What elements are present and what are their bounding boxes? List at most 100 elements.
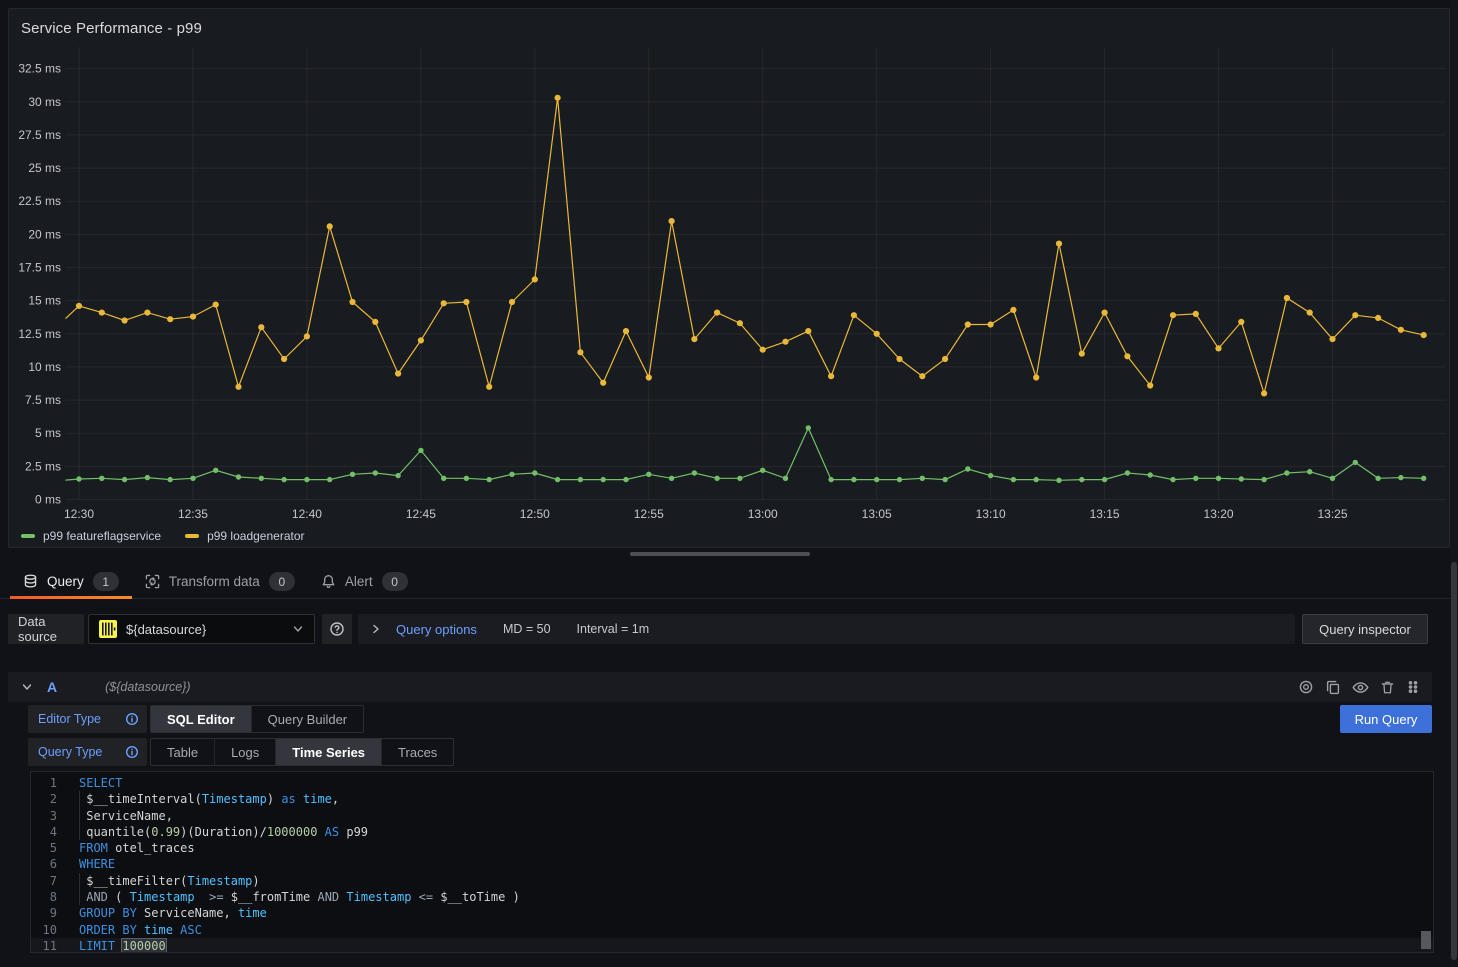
tab-query-count: 1	[93, 572, 119, 591]
code-line[interactable]: 3 ServiceName,	[31, 808, 1433, 824]
info-icon[interactable]	[125, 745, 139, 759]
query-inspector-button[interactable]: Query inspector	[1302, 614, 1428, 644]
info-icon[interactable]	[125, 712, 139, 726]
transform-icon	[145, 574, 160, 589]
collapse-chevron-icon[interactable]	[20, 680, 34, 694]
horizontal-scrollbar[interactable]	[630, 552, 810, 556]
svg-text:13:00: 13:00	[748, 507, 778, 521]
code-line[interactable]: 9GROUP BY ServiceName, time	[31, 905, 1433, 921]
tab-alert-count: 0	[382, 572, 408, 591]
svg-text:12:40: 12:40	[292, 507, 322, 521]
query-type-label: Query Type	[28, 738, 147, 766]
page-scrollbar-thumb[interactable]	[1451, 562, 1457, 960]
code-line[interactable]: 4 quantile(0.99)(Duration)/1000000 AS p9…	[31, 824, 1433, 840]
indent-guide	[79, 791, 80, 840]
line-number: 5	[31, 840, 57, 856]
legend-swatch	[185, 534, 199, 538]
code-line[interactable]: 8 AND ( Timestamp >= $__fromTime AND Tim…	[31, 889, 1433, 905]
datasource-picker[interactable]: ${datasource}	[88, 614, 315, 644]
question-circle-icon	[329, 621, 345, 637]
trash-icon[interactable]	[1380, 680, 1395, 695]
code-line[interactable]: 7 $__timeFilter(Timestamp)	[31, 873, 1433, 889]
chevron-right-icon[interactable]	[370, 623, 382, 635]
active-tab-underline	[10, 596, 132, 599]
code-line[interactable]: 11LIMIT 100000	[31, 938, 1433, 953]
max-data-points-value: MD = 50	[503, 622, 551, 636]
svg-text:12:55: 12:55	[634, 507, 664, 521]
copy-icon[interactable]	[1325, 679, 1341, 695]
legend-item[interactable]: p99 featureflagservice	[21, 529, 161, 543]
tab-transform-count: 0	[269, 572, 295, 591]
svg-text:13:20: 13:20	[1204, 507, 1234, 521]
drag-handle-icon[interactable]	[1406, 680, 1420, 694]
code-line[interactable]: 2 $__timeInterval(Timestamp) as time,	[31, 791, 1433, 807]
svg-text:12:30: 12:30	[64, 507, 94, 521]
svg-text:32.5 ms: 32.5 ms	[18, 62, 61, 76]
svg-text:12.5 ms: 12.5 ms	[18, 327, 61, 341]
svg-text:12:45: 12:45	[406, 507, 436, 521]
line-number: 10	[31, 922, 57, 938]
query-type-logs[interactable]: Logs	[215, 739, 276, 765]
editor-type-sql-editor[interactable]: SQL Editor	[151, 706, 252, 732]
query-type-table[interactable]: Table	[151, 739, 215, 765]
editor-scrollbar-thumb[interactable]	[1421, 931, 1431, 949]
legend-swatch	[21, 534, 35, 538]
indent-guide	[79, 873, 80, 906]
eye-icon[interactable]	[1352, 679, 1369, 696]
legend-item[interactable]: p99 loadgenerator	[185, 529, 304, 543]
line-number: 11	[31, 938, 57, 953]
query-ref-id: A	[47, 679, 57, 695]
query-options-bar: Query options MD = 50 Interval = 1m	[358, 614, 1295, 644]
datasource-value: ${datasource}	[126, 622, 283, 637]
legend-label: p99 featureflagservice	[43, 529, 161, 543]
run-query-button[interactable]: Run Query	[1340, 705, 1432, 733]
tab-transform-data[interactable]: Transform data 0	[132, 565, 308, 598]
svg-text:30 ms: 30 ms	[28, 95, 61, 109]
sql-code-editor[interactable]: 1SELECT2 $__timeInterval(Timestamp) as t…	[30, 771, 1434, 953]
svg-text:0 ms: 0 ms	[35, 493, 61, 507]
tab-alert-label: Alert	[345, 574, 373, 589]
code-line[interactable]: 6WHERE	[31, 856, 1433, 872]
svg-text:20 ms: 20 ms	[28, 227, 61, 241]
svg-text:17.5 ms: 17.5 ms	[18, 260, 61, 274]
svg-text:12:50: 12:50	[520, 507, 550, 521]
svg-text:5 ms: 5 ms	[35, 426, 61, 440]
line-number: 9	[31, 905, 57, 921]
query-type-traces[interactable]: Traces	[382, 739, 453, 765]
line-number: 8	[31, 889, 57, 905]
code-line[interactable]: 10ORDER BY time ASC	[31, 922, 1433, 938]
query-type-switch: Table Logs Time Series Traces	[150, 738, 454, 766]
editor-type-query-builder[interactable]: Query Builder	[252, 706, 363, 732]
svg-text:27.5 ms: 27.5 ms	[18, 128, 61, 142]
query-datasource-hint: (${datasource})	[105, 680, 190, 694]
query-options-link[interactable]: Query options	[396, 622, 477, 637]
query-row-header[interactable]: A (${datasource})	[8, 672, 1432, 702]
tab-query-label: Query	[47, 574, 84, 589]
database-icon	[23, 574, 38, 589]
svg-text:13:05: 13:05	[862, 507, 892, 521]
line-number: 7	[31, 873, 57, 889]
svg-text:15 ms: 15 ms	[28, 294, 61, 308]
line-number: 4	[31, 824, 57, 840]
code-line[interactable]: 1SELECT	[31, 775, 1433, 791]
svg-text:7.5 ms: 7.5 ms	[25, 393, 61, 407]
line-number: 3	[31, 808, 57, 824]
code-line[interactable]: 5FROM otel_traces	[31, 840, 1433, 856]
datasource-help-button[interactable]	[322, 614, 352, 644]
svg-text:2.5 ms: 2.5 ms	[25, 459, 61, 473]
line-number: 6	[31, 856, 57, 872]
tab-alert[interactable]: Alert 0	[308, 565, 421, 598]
query-type-time-series[interactable]: Time Series	[276, 739, 382, 765]
datasource-label: Data source	[8, 614, 84, 644]
code-lines: 1SELECT2 $__timeInterval(Timestamp) as t…	[31, 775, 1433, 953]
timeseries-chart[interactable]: 0 ms2.5 ms5 ms7.5 ms10 ms12.5 ms15 ms17.…	[9, 9, 1451, 549]
svg-text:25 ms: 25 ms	[28, 161, 61, 175]
svg-text:13:25: 13:25	[1317, 507, 1347, 521]
svg-text:13:10: 13:10	[976, 507, 1006, 521]
interval-value: Interval = 1m	[577, 622, 650, 636]
line-number: 1	[31, 775, 57, 791]
legend-label: p99 loadgenerator	[207, 529, 304, 543]
circle-icon[interactable]	[1298, 679, 1314, 695]
query-actions	[1298, 679, 1420, 696]
tab-query[interactable]: Query 1	[10, 565, 132, 598]
